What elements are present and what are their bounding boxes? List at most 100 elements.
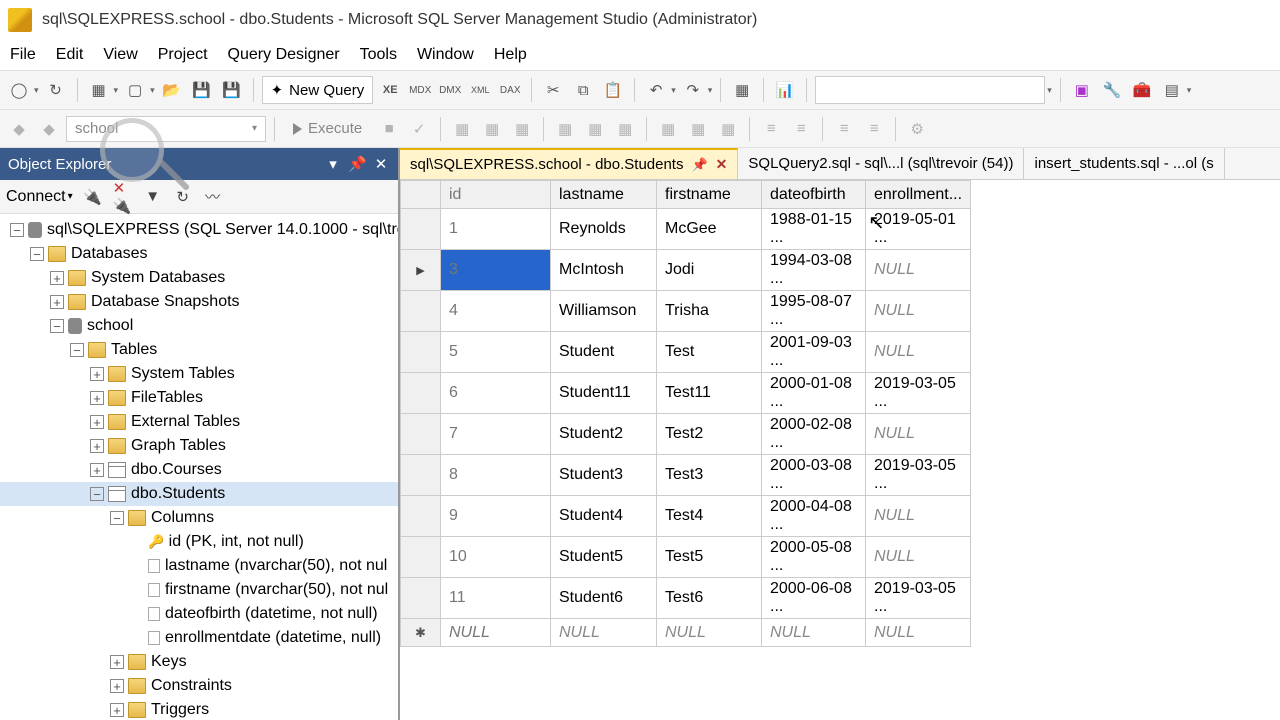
tree-tables[interactable]: −Tables bbox=[0, 338, 398, 362]
cell-enroll[interactable]: NULL bbox=[866, 496, 971, 537]
nav-forward-icon[interactable]: ↻ bbox=[43, 77, 69, 103]
row-header[interactable] bbox=[401, 332, 441, 373]
table-row[interactable]: 5StudentTest2001-09-03 ...NULL bbox=[401, 332, 971, 373]
tree-keys[interactable]: +Keys bbox=[0, 650, 398, 674]
table-row[interactable]: 6Student11Test112000-01-08 ...2019-03-05… bbox=[401, 373, 971, 414]
activity-icon[interactable]: 〰 bbox=[203, 187, 223, 207]
cell-lastname[interactable]: Student3 bbox=[551, 455, 657, 496]
cell-id[interactable]: 3 bbox=[441, 250, 551, 291]
row-header[interactable] bbox=[401, 250, 441, 291]
cell-null[interactable]: NULL bbox=[762, 619, 866, 647]
row-header[interactable] bbox=[401, 373, 441, 414]
tree-col-lastname[interactable]: lastname (nvarchar(50), not nul bbox=[0, 554, 398, 578]
cell-firstname[interactable]: Test3 bbox=[657, 455, 762, 496]
tree-columns[interactable]: −Columns bbox=[0, 506, 398, 530]
database-selector[interactable]: school ▾ bbox=[66, 116, 266, 142]
tree-col-dob[interactable]: dateofbirth (datetime, not null) bbox=[0, 602, 398, 626]
cell-null[interactable]: NULL bbox=[866, 619, 971, 647]
refresh-icon[interactable]: ↻ bbox=[173, 187, 193, 207]
cell-firstname[interactable]: Test4 bbox=[657, 496, 762, 537]
tree-dbo-students[interactable]: −dbo.Students bbox=[0, 482, 398, 506]
row-header[interactable] bbox=[401, 496, 441, 537]
tree-col-firstname[interactable]: firstname (nvarchar(50), not nul bbox=[0, 578, 398, 602]
table-row[interactable]: 8Student3Test32000-03-08 ...2019-03-05 .… bbox=[401, 455, 971, 496]
table-row[interactable]: 4WilliamsonTrisha1995-08-07 ...NULL bbox=[401, 291, 971, 332]
cell-null[interactable]: NULL bbox=[441, 619, 551, 647]
cell-enroll[interactable]: NULL bbox=[866, 250, 971, 291]
cell-firstname[interactable]: Test bbox=[657, 332, 762, 373]
menu-query-designer[interactable]: Query Designer bbox=[228, 46, 340, 64]
row-header-corner[interactable] bbox=[401, 181, 441, 209]
pin-icon[interactable]: 📌 bbox=[348, 155, 366, 173]
undo-icon[interactable]: ↶ bbox=[643, 77, 669, 103]
dropdown-icon[interactable]: ▾ bbox=[150, 85, 155, 96]
column-header-firstname[interactable]: firstname bbox=[657, 181, 762, 209]
cell-id[interactable]: 7 bbox=[441, 414, 551, 455]
cell-dob[interactable]: 2000-04-08 ... bbox=[762, 496, 866, 537]
tool-icon[interactable]: ▣ bbox=[1069, 77, 1095, 103]
cell-lastname[interactable]: Student4 bbox=[551, 496, 657, 537]
cell-dob[interactable]: 2000-05-08 ... bbox=[762, 537, 866, 578]
cell-enroll[interactable]: 2019-03-05 ... bbox=[866, 578, 971, 619]
cell-id[interactable]: 5 bbox=[441, 332, 551, 373]
row-header[interactable] bbox=[401, 455, 441, 496]
dropdown-icon[interactable]: ▾ bbox=[1047, 85, 1052, 96]
cell-lastname[interactable]: Reynolds bbox=[551, 209, 657, 250]
xe-icon[interactable]: XE bbox=[377, 77, 403, 103]
cell-enroll[interactable]: NULL bbox=[866, 414, 971, 455]
tree-school-db[interactable]: −school bbox=[0, 314, 398, 338]
search-combo[interactable] bbox=[815, 76, 1045, 104]
cell-enroll[interactable]: NULL bbox=[866, 291, 971, 332]
cell-dob[interactable]: 1988-01-15 ... bbox=[762, 209, 866, 250]
cell-firstname[interactable]: Jodi bbox=[657, 250, 762, 291]
tree-triggers[interactable]: +Triggers bbox=[0, 698, 398, 720]
cell-null[interactable]: NULL bbox=[657, 619, 762, 647]
tree-graph-tables[interactable]: +Graph Tables bbox=[0, 434, 398, 458]
save-icon[interactable]: 💾 bbox=[189, 77, 215, 103]
row-header[interactable] bbox=[401, 578, 441, 619]
cell-id[interactable]: 9 bbox=[441, 496, 551, 537]
pin-icon[interactable]: 📌 bbox=[691, 157, 707, 173]
dax-icon[interactable]: DAX bbox=[497, 77, 523, 103]
tree-constraints[interactable]: +Constraints bbox=[0, 674, 398, 698]
cell-id[interactable]: 4 bbox=[441, 291, 551, 332]
tab-students-table[interactable]: sql\SQLEXPRESS.school - dbo.Students 📌 ✕ bbox=[400, 148, 738, 179]
connect-server-icon[interactable]: 🔌 bbox=[83, 187, 103, 207]
cell-firstname[interactable]: Trisha bbox=[657, 291, 762, 332]
tree-system-databases[interactable]: +System Databases bbox=[0, 266, 398, 290]
row-header[interactable] bbox=[401, 291, 441, 332]
connect-button[interactable]: Connect ▾ bbox=[6, 188, 73, 206]
filter-icon[interactable]: ▼ bbox=[143, 187, 163, 207]
tab-sqlquery2[interactable]: SQLQuery2.sql - sql\...l (sql\trevoir (5… bbox=[738, 148, 1024, 179]
disconnect-icon[interactable]: ✕🔌 bbox=[113, 187, 133, 207]
menu-view[interactable]: View bbox=[103, 46, 137, 64]
cut-icon[interactable]: ✂ bbox=[540, 77, 566, 103]
layout-icon[interactable]: ▤ bbox=[1159, 77, 1185, 103]
row-header[interactable] bbox=[401, 537, 441, 578]
paste-icon[interactable]: 📋 bbox=[600, 77, 626, 103]
dropdown-icon[interactable]: ▾ bbox=[671, 85, 676, 96]
redo-icon[interactable]: ↷ bbox=[680, 77, 706, 103]
cell-id[interactable]: 8 bbox=[441, 455, 551, 496]
table-row[interactable]: 1ReynoldsMcGee1988-01-15 ...2019-05-01 .… bbox=[401, 209, 971, 250]
dropdown-icon[interactable]: ▾ bbox=[324, 155, 342, 173]
cell-enroll[interactable]: NULL bbox=[866, 537, 971, 578]
new-item-icon[interactable]: ▦ bbox=[86, 77, 112, 103]
execute-button[interactable]: Execute bbox=[283, 115, 372, 143]
column-header-lastname[interactable]: lastname bbox=[551, 181, 657, 209]
table-row[interactable]: 11Student6Test62000-06-08 ...2019-03-05 … bbox=[401, 578, 971, 619]
tab-insert-students[interactable]: insert_students.sql - ...ol (s bbox=[1024, 148, 1224, 179]
save-all-icon[interactable]: 💾 bbox=[219, 77, 245, 103]
cell-dob[interactable]: 2001-09-03 ... bbox=[762, 332, 866, 373]
column-header-id[interactable]: id bbox=[441, 181, 551, 209]
cell-dob[interactable]: 2000-01-08 ... bbox=[762, 373, 866, 414]
tree-file-tables[interactable]: +FileTables bbox=[0, 386, 398, 410]
wrench-icon[interactable]: 🔧 bbox=[1099, 77, 1125, 103]
cell-dob[interactable]: 1994-03-08 ... bbox=[762, 250, 866, 291]
cell-firstname[interactable]: Test6 bbox=[657, 578, 762, 619]
row-header[interactable] bbox=[401, 619, 441, 647]
nav-back-icon[interactable]: ◯ bbox=[6, 77, 32, 103]
cell-firstname[interactable]: Test5 bbox=[657, 537, 762, 578]
tree-system-tables[interactable]: +System Tables bbox=[0, 362, 398, 386]
tree-databases[interactable]: −Databases bbox=[0, 242, 398, 266]
